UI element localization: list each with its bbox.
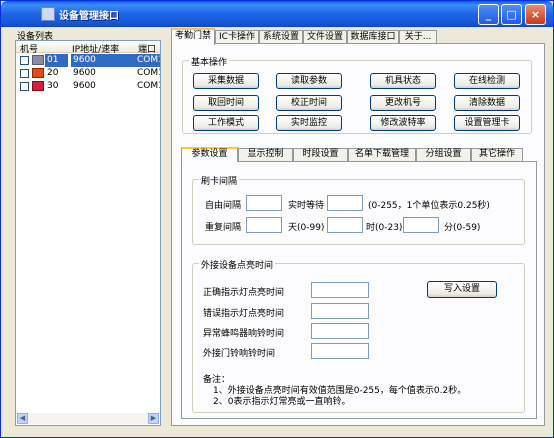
doorbell-label: 外接门铃响铃时间 (203, 349, 276, 359)
correct-light-label: 正确指示灯点亮时间 (203, 288, 285, 298)
basic-ops-group: 基本操作 采集数据 读取参数 机具状态 在线检测 取回时间 校正时间 更改机号 … (182, 55, 532, 134)
realtime-wait-label: 实时等待 (288, 201, 325, 211)
device-rate: 9600 (73, 68, 96, 78)
app-icon (41, 7, 55, 21)
title-bar[interactable]: 设备管理接口 _ □ × (1, 1, 553, 27)
subtab-params[interactable]: 参数设置 (181, 147, 238, 162)
free-interval-input[interactable] (246, 195, 282, 211)
change-id-button[interactable]: 更改机号 (370, 95, 436, 111)
online-check-button[interactable]: 在线检测 (454, 73, 520, 89)
params-panel: 刷卡间隔 自由间隔 实时等待 (0-255，1个单位表示0.25秒) 重复间隔 … (181, 161, 537, 419)
subtab-other[interactable]: 其它操作 (471, 148, 523, 161)
repeat-interval-label: 重复间隔 (205, 223, 242, 233)
repeat-days-input[interactable] (246, 217, 282, 233)
read-params-button[interactable]: 读取参数 (276, 73, 342, 89)
tab-attendance[interactable]: 考勤门禁 (171, 28, 215, 45)
buzzer-input[interactable] (311, 323, 369, 339)
work-mode-button[interactable]: 工作模式 (193, 115, 259, 131)
external-device-group: 外接设备点亮时间 正确指示灯点亮时间 错误指示灯点亮时间 异常蜂鸣器响铃时间 外… (192, 258, 525, 413)
device-port: COM1 (137, 54, 160, 67)
collect-data-button[interactable]: 采集数据 (193, 73, 259, 89)
window-title: 设备管理接口 (59, 11, 119, 22)
main-window: 设备管理接口 _ □ × 设备列表 机号 IP地址/速率 端口 01 9600 … (0, 0, 554, 438)
maximize-button[interactable]: □ (501, 4, 522, 25)
minimize-button[interactable]: _ (478, 4, 499, 25)
correct-light-input[interactable] (311, 282, 369, 298)
realtime-wait-hint: (0-255，1个单位表示0.25秒) (368, 201, 490, 211)
admin-card-button[interactable]: 设置管理卡 (454, 115, 520, 131)
tab-ic-card[interactable]: IC卡操作 (215, 30, 259, 44)
buzzer-label: 异常蜂鸣器响铃时间 (203, 329, 285, 339)
repeat-minutes-input[interactable] (403, 217, 439, 233)
device-rate: 9600 (73, 81, 96, 91)
fetch-time-button[interactable]: 取回时间 (193, 95, 259, 111)
clear-data-button[interactable]: 清除数据 (454, 95, 520, 111)
baud-rate-button[interactable]: 修改波特率 (370, 115, 436, 131)
days-unit-label: 天(0-99) (288, 223, 325, 233)
error-light-label: 错误指示灯点亮时间 (203, 309, 285, 319)
device-id: 20 (47, 68, 59, 78)
subtab-list-download[interactable]: 名单下载管理 (348, 148, 416, 161)
repeat-hours-input[interactable] (327, 217, 363, 233)
basic-ops-title: 基本操作 (189, 55, 230, 68)
tab-file-settings[interactable]: 文件设置 (303, 30, 347, 44)
device-list-panel: 设备列表 机号 IP地址/速率 端口 01 9600 COM1 20 9600 … (15, 29, 161, 426)
horizontal-scrollbar[interactable]: ◀ ▶ (17, 413, 159, 424)
device-list[interactable]: 机号 IP地址/速率 端口 01 9600 COM1 20 9600 COM1 (15, 40, 161, 426)
device-id: 30 (47, 81, 59, 91)
tab-database[interactable]: 数据库接口 (347, 30, 399, 44)
scroll-right-icon[interactable]: ▶ (148, 413, 159, 424)
device-icon (32, 55, 44, 65)
device-row[interactable]: 01 9600 COM1 (16, 54, 160, 67)
device-row[interactable]: 30 9600 COM1 (16, 80, 160, 93)
subtab-schedule[interactable]: 时段设置 (293, 148, 348, 161)
scroll-left-icon[interactable]: ◀ (17, 413, 28, 424)
tab-about[interactable]: 关于... (399, 30, 437, 44)
realtime-wait-input[interactable] (327, 195, 363, 211)
device-rate: 9600 (71, 54, 137, 67)
subtab-grouping[interactable]: 分组设置 (416, 148, 471, 161)
tab-system-settings[interactable]: 系统设置 (259, 30, 303, 44)
row-checkbox[interactable] (20, 56, 29, 65)
device-icon (32, 81, 44, 91)
external-device-title: 外接设备点亮时间 (199, 258, 276, 271)
hours-unit-label: 时(0-23) (366, 223, 403, 233)
device-row[interactable]: 20 9600 COM1 (16, 67, 160, 80)
write-settings-button[interactable]: 写入设置 (427, 281, 497, 298)
swipe-interval-title: 刷卡间隔 (199, 174, 240, 187)
error-light-input[interactable] (311, 303, 369, 319)
close-button[interactable]: × (525, 4, 546, 25)
row-checkbox[interactable] (20, 82, 29, 91)
device-icon (32, 68, 44, 78)
realtime-monitor-button[interactable]: 实时监控 (276, 115, 342, 131)
subtab-display[interactable]: 显示控制 (238, 148, 293, 161)
device-id: 01 (45, 54, 68, 67)
row-checkbox[interactable] (20, 69, 29, 78)
device-port: COM1 (137, 81, 160, 91)
list-header: 机号 IP地址/速率 端口 (16, 41, 160, 55)
free-interval-label: 自由间隔 (205, 201, 242, 211)
note-line-2: 2、0表示指示灯常亮或一直响铃。 (213, 397, 351, 407)
minutes-unit-label: 分(0-59) (444, 223, 481, 233)
device-status-button[interactable]: 机具状态 (370, 73, 436, 89)
doorbell-input[interactable] (311, 343, 369, 359)
device-port: COM1 (137, 68, 160, 78)
sync-time-button[interactable]: 校正时间 (276, 95, 342, 111)
swipe-interval-group: 刷卡间隔 自由间隔 实时等待 (0-255，1个单位表示0.25秒) 重复间隔 … (192, 174, 525, 245)
